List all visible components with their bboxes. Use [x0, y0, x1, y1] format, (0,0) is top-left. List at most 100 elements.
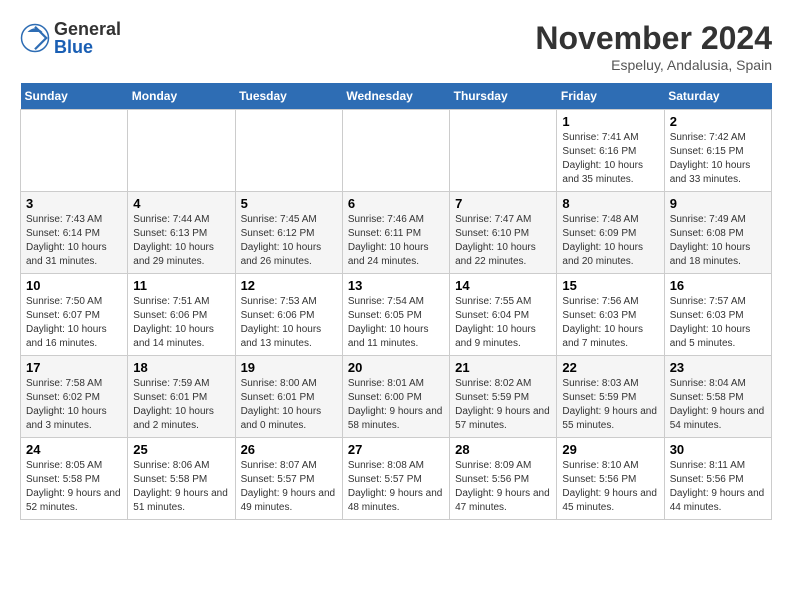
location: Espeluy, Andalusia, Spain — [535, 57, 772, 73]
day-number: 6 — [348, 196, 444, 211]
calendar-day: 15Sunrise: 7:56 AM Sunset: 6:03 PM Dayli… — [557, 274, 664, 356]
day-info: Sunrise: 8:05 AM Sunset: 5:58 PM Dayligh… — [26, 459, 122, 515]
calendar-day: 7Sunrise: 7:47 AM Sunset: 6:10 PM Daylig… — [450, 192, 557, 274]
day-number: 13 — [348, 278, 444, 293]
day-info: Sunrise: 8:00 AM Sunset: 6:01 PM Dayligh… — [241, 377, 337, 433]
day-header: Saturday — [664, 83, 771, 110]
day-number: 19 — [241, 360, 337, 375]
day-info: Sunrise: 7:55 AM Sunset: 6:04 PM Dayligh… — [455, 295, 551, 351]
title-area: November 2024 Espeluy, Andalusia, Spain — [535, 20, 772, 73]
day-number: 8 — [562, 196, 658, 211]
day-info: Sunrise: 8:01 AM Sunset: 6:00 PM Dayligh… — [348, 377, 444, 433]
calendar-day: 9 Sunrise: 7:49 AM Sunset: 6:08 PM Daylig… — [664, 192, 771, 274]
day-number: 21 — [455, 360, 551, 375]
day-number: 28 — [455, 442, 551, 457]
logo: General Blue — [20, 20, 121, 56]
day-number: 20 — [348, 360, 444, 375]
day-number: 27 — [348, 442, 444, 457]
calendar-day: 22 Sunrise: 8:03 AM Sunset: 5:59 PM Dayli… — [557, 356, 664, 438]
day-info: Sunrise: 7:42 AM Sunset: 6:15 PM Dayligh… — [670, 131, 766, 187]
day-info: Sunrise: 7:44 AM Sunset: 6:13 PM Dayligh… — [133, 213, 229, 269]
logo-icon — [20, 23, 50, 53]
calendar-week: 17 Sunrise: 7:58 AM Sunset: 6:02 PM Dayli… — [21, 356, 772, 438]
calendar-week: 24 Sunrise: 8:05 AM Sunset: 5:58 PM Dayli… — [21, 438, 772, 520]
day-info: Sunrise: 7:45 AM Sunset: 6:12 PM Dayligh… — [241, 213, 337, 269]
calendar-day — [128, 110, 235, 192]
calendar-day: 30 Sunrise: 8:11 AM Sunset: 5:56 PM Dayli… — [664, 438, 771, 520]
calendar-day: 28Sunrise: 8:09 AM Sunset: 5:56 PM Dayli… — [450, 438, 557, 520]
day-number: 1 — [562, 114, 658, 129]
logo-blue: Blue — [54, 38, 121, 56]
month-title: November 2024 — [535, 20, 772, 57]
day-info: Sunrise: 7:49 AM Sunset: 6:08 PM Dayligh… — [670, 213, 766, 269]
day-info: Sunrise: 7:53 AM Sunset: 6:06 PM Dayligh… — [241, 295, 337, 351]
calendar-day — [450, 110, 557, 192]
calendar-day: 23 Sunrise: 8:04 AM Sunset: 5:58 PM Dayli… — [664, 356, 771, 438]
calendar-day: 21 Sunrise: 8:02 AM Sunset: 5:59 PM Dayli… — [450, 356, 557, 438]
day-number: 25 — [133, 442, 229, 457]
day-info: Sunrise: 7:58 AM Sunset: 6:02 PM Dayligh… — [26, 377, 122, 433]
day-info: Sunrise: 8:11 AM Sunset: 5:56 PM Dayligh… — [670, 459, 766, 515]
day-info: Sunrise: 7:57 AM Sunset: 6:03 PM Dayligh… — [670, 295, 766, 351]
day-info: Sunrise: 7:59 AM Sunset: 6:01 PM Dayligh… — [133, 377, 229, 433]
calendar-day: 2 Sunrise: 7:42 AM Sunset: 6:15 PM Daylig… — [664, 110, 771, 192]
day-number: 5 — [241, 196, 337, 211]
calendar-day: 10 Sunrise: 7:50 AM Sunset: 6:07 PM Dayli… — [21, 274, 128, 356]
day-number: 24 — [26, 442, 122, 457]
day-number: 14 — [455, 278, 551, 293]
day-number: 12 — [241, 278, 337, 293]
day-info: Sunrise: 8:06 AM Sunset: 5:58 PM Dayligh… — [133, 459, 229, 515]
day-number: 29 — [562, 442, 658, 457]
logo-text: General Blue — [54, 20, 121, 56]
day-info: Sunrise: 8:07 AM Sunset: 5:57 PM Dayligh… — [241, 459, 337, 515]
day-number: 22 — [562, 360, 658, 375]
page-header: General Blue November 2024 Espeluy, Anda… — [20, 20, 772, 73]
day-number: 17 — [26, 360, 122, 375]
calendar-day: 12 Sunrise: 7:53 AM Sunset: 6:06 PM Dayli… — [235, 274, 342, 356]
calendar-day: 5 Sunrise: 7:45 AM Sunset: 6:12 PM Daylig… — [235, 192, 342, 274]
calendar-day: 4 Sunrise: 7:44 AM Sunset: 6:13 PM Daylig… — [128, 192, 235, 274]
calendar-day: 24 Sunrise: 8:05 AM Sunset: 5:58 PM Dayli… — [21, 438, 128, 520]
day-header: Thursday — [450, 83, 557, 110]
calendar-day — [21, 110, 128, 192]
calendar-week: 3Sunrise: 7:43 AM Sunset: 6:14 PM Daylig… — [21, 192, 772, 274]
day-info: Sunrise: 7:41 AM Sunset: 6:16 PM Dayligh… — [562, 131, 658, 187]
day-info: Sunrise: 8:10 AM Sunset: 5:56 PM Dayligh… — [562, 459, 658, 515]
day-number: 10 — [26, 278, 122, 293]
calendar-day: 13 Sunrise: 7:54 AM Sunset: 6:05 PM Dayli… — [342, 274, 449, 356]
day-number: 18 — [133, 360, 229, 375]
day-header: Tuesday — [235, 83, 342, 110]
day-header: Friday — [557, 83, 664, 110]
day-info: Sunrise: 7:50 AM Sunset: 6:07 PM Dayligh… — [26, 295, 122, 351]
day-number: 11 — [133, 278, 229, 293]
header-row: SundayMondayTuesdayWednesdayThursdayFrid… — [21, 83, 772, 110]
calendar-day: 16Sunrise: 7:57 AM Sunset: 6:03 PM Dayli… — [664, 274, 771, 356]
day-number: 9 — [670, 196, 766, 211]
day-info: Sunrise: 8:04 AM Sunset: 5:58 PM Dayligh… — [670, 377, 766, 433]
calendar-day: 27Sunrise: 8:08 AM Sunset: 5:57 PM Dayli… — [342, 438, 449, 520]
day-number: 2 — [670, 114, 766, 129]
calendar-day: 11Sunrise: 7:51 AM Sunset: 6:06 PM Dayli… — [128, 274, 235, 356]
day-number: 30 — [670, 442, 766, 457]
calendar-day: 17 Sunrise: 7:58 AM Sunset: 6:02 PM Dayli… — [21, 356, 128, 438]
calendar-day: 6 Sunrise: 7:46 AM Sunset: 6:11 PM Daylig… — [342, 192, 449, 274]
calendar-day: 25 Sunrise: 8:06 AM Sunset: 5:58 PM Dayli… — [128, 438, 235, 520]
calendar-day: 8Sunrise: 7:48 AM Sunset: 6:09 PM Daylig… — [557, 192, 664, 274]
calendar-week: 10 Sunrise: 7:50 AM Sunset: 6:07 PM Dayli… — [21, 274, 772, 356]
day-info: Sunrise: 8:03 AM Sunset: 5:59 PM Dayligh… — [562, 377, 658, 433]
day-header: Monday — [128, 83, 235, 110]
calendar-day: 29 Sunrise: 8:10 AM Sunset: 5:56 PM Dayli… — [557, 438, 664, 520]
day-number: 23 — [670, 360, 766, 375]
calendar-header: SundayMondayTuesdayWednesdayThursdayFrid… — [21, 83, 772, 110]
day-number: 4 — [133, 196, 229, 211]
day-info: Sunrise: 7:56 AM Sunset: 6:03 PM Dayligh… — [562, 295, 658, 351]
day-info: Sunrise: 7:46 AM Sunset: 6:11 PM Dayligh… — [348, 213, 444, 269]
day-number: 26 — [241, 442, 337, 457]
day-info: Sunrise: 7:54 AM Sunset: 6:05 PM Dayligh… — [348, 295, 444, 351]
calendar-day — [342, 110, 449, 192]
day-number: 7 — [455, 196, 551, 211]
calendar-week: 1 Sunrise: 7:41 AM Sunset: 6:16 PM Daylig… — [21, 110, 772, 192]
day-info: Sunrise: 8:02 AM Sunset: 5:59 PM Dayligh… — [455, 377, 551, 433]
day-header: Wednesday — [342, 83, 449, 110]
calendar-day: 3Sunrise: 7:43 AM Sunset: 6:14 PM Daylig… — [21, 192, 128, 274]
